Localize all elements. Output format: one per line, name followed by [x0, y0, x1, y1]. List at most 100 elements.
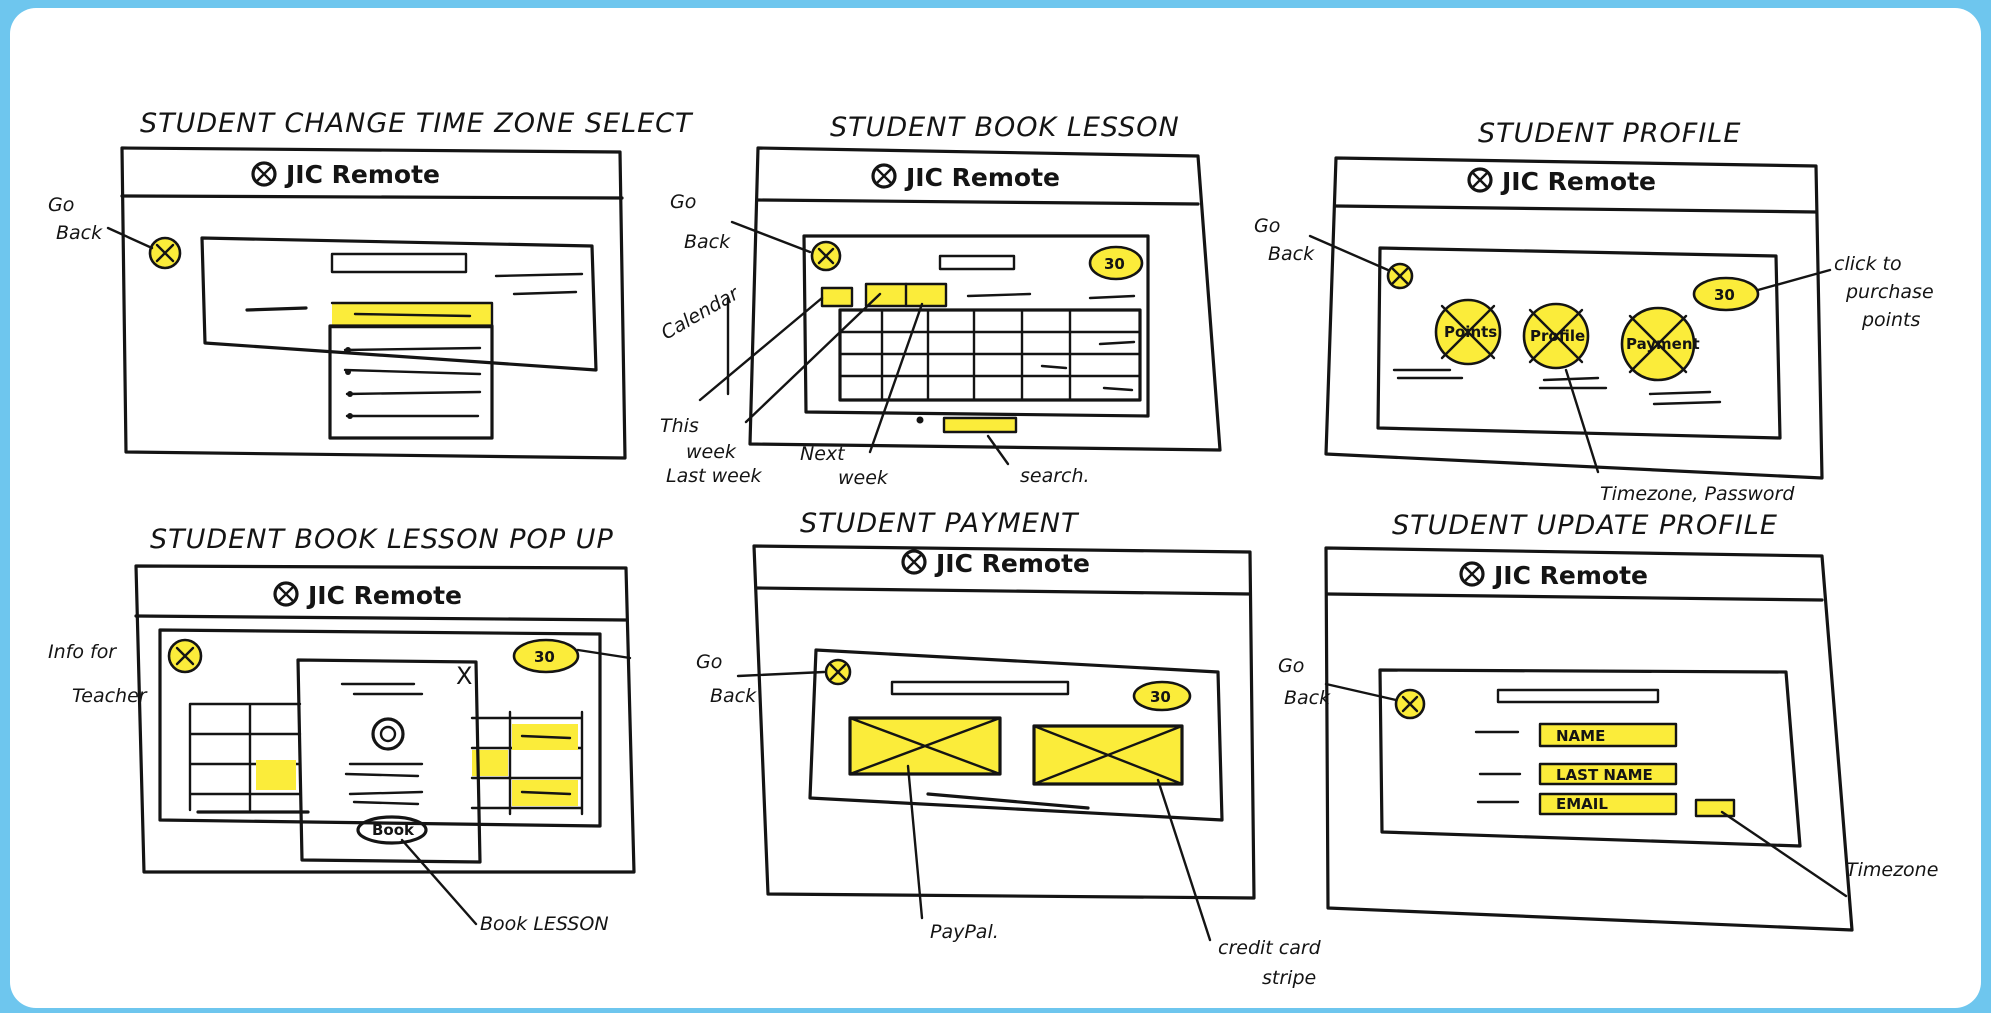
whiteboard: STUDENT CHANGE TIME ZONE SELECT JIC Remo…	[10, 8, 1981, 1008]
popup-close-button[interactable]: X	[456, 662, 472, 690]
note-stripe: stripe	[1262, 967, 1316, 989]
option-bullet	[345, 347, 351, 353]
points-value: 30	[1714, 286, 1735, 304]
option-bullet	[347, 391, 353, 397]
note-this: This	[660, 415, 699, 437]
app-name: JIC Remote	[306, 581, 462, 610]
payment-title-bar	[890, 680, 1070, 696]
wireframe-sketches: STUDENT CHANGE TIME ZONE SELECT JIC Remo…	[48, 108, 1938, 989]
frame-profile: STUDENT PROFILE JIC Remote Go Back 30 cl…	[1254, 118, 1934, 505]
avatar-label: Payment	[1626, 335, 1700, 353]
arrow-credit-card	[1156, 778, 1212, 942]
label-line	[245, 306, 308, 312]
last-name-field-label: LAST NAME	[1556, 766, 1653, 784]
note-points: points	[1861, 309, 1920, 331]
app-name: JIC Remote	[934, 549, 1090, 578]
note-go: Go	[696, 651, 722, 673]
points-value: 30	[1104, 255, 1125, 273]
name-field-label: NAME	[1556, 727, 1605, 745]
timezone-dropdown-list[interactable]	[328, 324, 494, 440]
avatar-label: Profile	[1530, 327, 1585, 345]
app-name: JIC Remote	[1492, 561, 1648, 590]
note-week: week	[686, 441, 737, 463]
points-value: 30	[1150, 688, 1171, 706]
content-panel	[1378, 668, 1802, 848]
annotation-arrow	[730, 220, 812, 254]
header-lines	[966, 292, 1136, 300]
week-title-bar	[938, 254, 1016, 271]
header-divider	[754, 586, 1252, 596]
option-bullet	[347, 413, 353, 419]
header-divider	[1326, 592, 1824, 602]
note-back: Back	[710, 685, 757, 707]
note-go: Go	[48, 194, 74, 216]
annotation-arrow	[1308, 234, 1390, 272]
note-next: Next	[800, 443, 846, 465]
frame-title: STUDENT BOOK LESSON POP UP	[150, 524, 614, 555]
popup-title-lines	[340, 682, 424, 696]
frame-title: STUDENT PROFILE	[1478, 118, 1741, 149]
timezone-title-bar	[330, 252, 468, 274]
logo-icon-mark	[1463, 565, 1481, 583]
note-teacher: Teacher	[72, 685, 148, 707]
header-divider	[134, 614, 628, 622]
arrow-last-week	[744, 292, 882, 424]
note-back: Back	[56, 222, 103, 244]
frame-update-profile: STUDENT UPDATE PROFILE JIC Remote Go Bac…	[1278, 510, 1938, 932]
note-search: search.	[1020, 465, 1090, 487]
search-icon	[916, 416, 924, 424]
avatar-points[interactable]: Points	[1392, 298, 1502, 380]
avatar-payment[interactable]: Payment	[1620, 306, 1722, 406]
app-name: JIC Remote	[1500, 167, 1656, 196]
note-credit-card: credit card	[1218, 937, 1322, 959]
booked-slots	[1040, 340, 1136, 392]
search-input[interactable]	[944, 418, 1016, 432]
calendar-grid	[838, 308, 1142, 402]
points-value: 30	[534, 648, 555, 666]
annotation-arrow	[106, 226, 154, 250]
annotation-arrow	[1324, 682, 1398, 702]
logo-icon-mark	[277, 585, 295, 603]
note-click-to: click to	[1834, 253, 1902, 275]
note-calendar: Calendar	[658, 282, 744, 344]
note-book-lesson: Book LESSON	[480, 913, 609, 935]
email-field-label: EMAIL	[1556, 795, 1608, 813]
avatar-profile[interactable]: Profile	[1522, 302, 1608, 390]
app-name: JIC Remote	[284, 160, 440, 189]
field-labels	[1474, 730, 1522, 804]
note-back: Back	[1284, 687, 1331, 709]
note-info-for: Info for	[48, 641, 117, 663]
logo-icon-mark	[255, 165, 273, 183]
caption-lines	[1538, 376, 1608, 390]
book-button-label: Book	[372, 821, 415, 839]
annotation-arrow	[576, 648, 632, 660]
this-week-tab[interactable]	[822, 288, 852, 306]
popup-text-lines	[344, 762, 424, 806]
header-divider	[1334, 204, 1818, 214]
note-back: Back	[1268, 243, 1315, 265]
frame-title: STUDENT BOOK LESSON	[830, 112, 1180, 143]
avatar-label: Points	[1444, 323, 1497, 341]
frame-book-lesson: STUDENT BOOK LESSON JIC Remote Go Back 3…	[658, 112, 1222, 489]
option-bullet	[345, 369, 351, 375]
caption-lines	[1392, 368, 1464, 380]
note-back: Back	[684, 231, 731, 253]
logo-icon-mark	[905, 553, 923, 571]
header-divider	[120, 194, 624, 200]
frame-change-timezone: STUDENT CHANGE TIME ZONE SELECT JIC Remo…	[48, 108, 694, 460]
frame-title: STUDENT CHANGE TIME ZONE SELECT	[140, 108, 694, 139]
arrow-search	[986, 434, 1010, 466]
note-purchase: purchase	[1845, 281, 1934, 303]
calendar-left-grid	[188, 702, 302, 812]
note-timezone: Timezone	[1846, 859, 1938, 881]
booked-slot[interactable]	[256, 760, 296, 790]
header-divider	[756, 198, 1200, 206]
arrow-timezone-password	[1564, 368, 1600, 474]
avatar-face	[379, 725, 397, 743]
text-lines	[494, 272, 584, 296]
teacher-avatar	[371, 717, 405, 751]
arrow-timezone	[1720, 810, 1848, 898]
note-timezone-password: Timezone, Password	[1600, 483, 1795, 505]
frame-title: STUDENT UPDATE PROFILE	[1392, 510, 1778, 541]
timezone-select[interactable]	[1696, 800, 1734, 816]
